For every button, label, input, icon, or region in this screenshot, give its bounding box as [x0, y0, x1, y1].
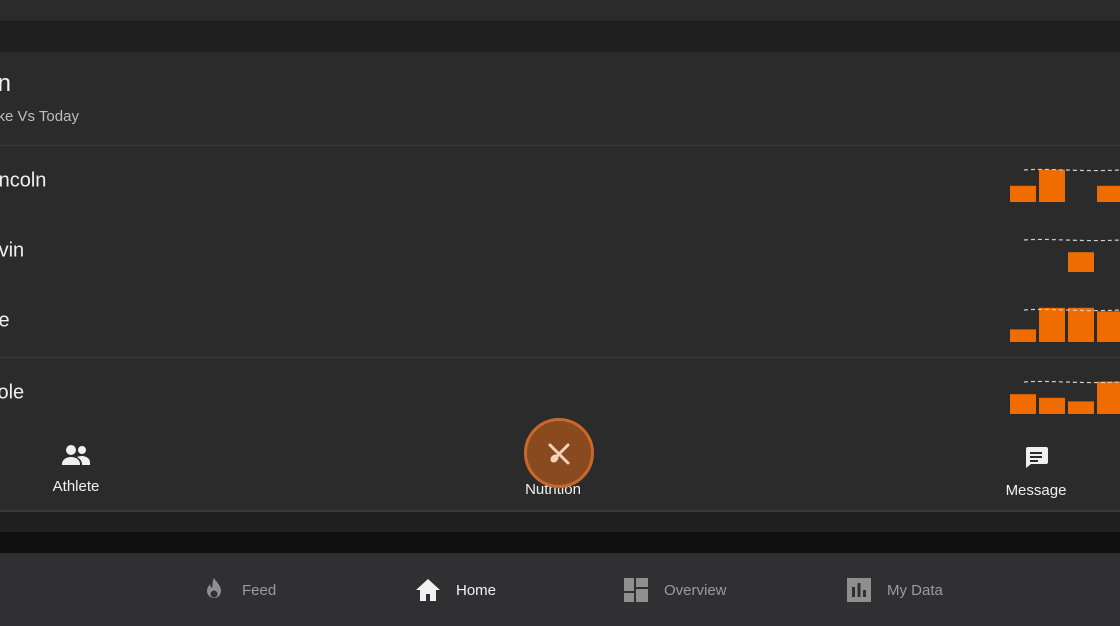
- target-line: [1023, 168, 1120, 172]
- nav-overview[interactable]: Overview: [622, 575, 727, 605]
- athlete-name: Cole: [0, 381, 25, 404]
- flame-icon: [200, 576, 228, 604]
- bar-chart-icon: [845, 576, 873, 604]
- athlete-row[interactable]: rlie: [0, 286, 1120, 356]
- athlete-row[interactable]: alvin: [0, 216, 1120, 286]
- message-icon: [981, 443, 1091, 476]
- spark-bar: [1068, 307, 1094, 342]
- spark-bar: [1039, 169, 1065, 202]
- spark-bar: [1068, 252, 1094, 272]
- spark-bar: [1039, 307, 1065, 342]
- nav-feed[interactable]: Feed: [200, 575, 276, 605]
- nav-home[interactable]: Home: [414, 575, 496, 605]
- spark-bar: [1097, 311, 1120, 342]
- spark-bar: [1010, 329, 1036, 342]
- sparkline-chart: [1008, 156, 1120, 206]
- spark-bar: [1010, 185, 1036, 202]
- people-icon: [21, 443, 131, 472]
- athlete-row[interactable]: Lincoln: [0, 146, 1120, 216]
- athlete-button[interactable]: Athlete: [21, 443, 131, 495]
- sparkline-chart: [1008, 296, 1120, 346]
- nav-feed-label: Feed: [242, 581, 277, 599]
- spacer-bar: [0, 532, 1120, 553]
- spark-bar: [1010, 394, 1036, 414]
- athlete-name: Lincoln: [0, 169, 47, 192]
- spark-bar: [1039, 397, 1065, 414]
- card-title: ion: [0, 70, 12, 97]
- sparkline-chart: [1008, 368, 1120, 418]
- fork-knife-icon: [544, 439, 574, 474]
- nav-mydata-label: My Data: [887, 581, 943, 599]
- dashboard-icon: [622, 576, 650, 604]
- spark-bar: [1097, 381, 1120, 414]
- card-subtitle: take Vs Today: [0, 108, 79, 125]
- nav-overview-label: Overview: [664, 581, 727, 599]
- top-app-bar: [0, 0, 1120, 22]
- athlete-label: Athlete: [52, 478, 100, 495]
- nav-home-label: Home: [456, 581, 497, 599]
- message-label: Message: [1005, 482, 1067, 499]
- spark-bar: [1097, 185, 1120, 202]
- bottom-navigation: Feed Home Overview My Data: [0, 553, 1120, 626]
- nav-mydata[interactable]: My Data: [845, 575, 943, 605]
- home-icon: [414, 576, 442, 604]
- nutrition-fab[interactable]: [524, 418, 594, 488]
- message-button[interactable]: Message: [981, 443, 1091, 499]
- spark-bar: [1068, 401, 1094, 414]
- target-line: [1023, 238, 1120, 242]
- athlete-name: rlie: [0, 309, 10, 332]
- athlete-name: alvin: [0, 239, 25, 262]
- sparkline-chart: [1008, 226, 1120, 276]
